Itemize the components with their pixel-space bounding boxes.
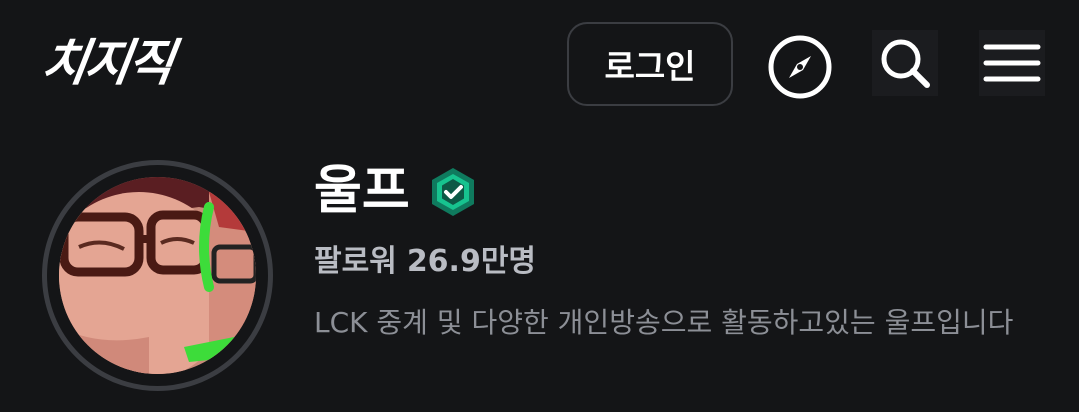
verified-badge-icon	[429, 166, 477, 218]
search-icon	[875, 33, 935, 93]
channel-description: LCK 중계 및 다양한 개인방송으로 활동하고있는 울프입니다	[314, 306, 1014, 339]
hamburger-menu-icon	[982, 33, 1042, 93]
followers-value: 26.9만명	[406, 244, 537, 279]
channel-page: 치지직 로그인 울프 팔로워 26.9만명 LCK 중계 및 다양한 개인방송으…	[0, 0, 1079, 412]
compass-icon	[767, 34, 833, 100]
menu-button[interactable]	[979, 30, 1045, 96]
follower-count: 팔로워 26.9만명	[314, 240, 536, 284]
channel-avatar[interactable]	[42, 160, 273, 391]
chzzk-logo[interactable]: 치지직	[37, 30, 242, 96]
search-button[interactable]	[872, 30, 938, 96]
channel-name: 울프	[314, 161, 410, 221]
avatar-image	[59, 177, 256, 374]
followers-label: 팔로워	[314, 244, 397, 279]
login-button[interactable]: 로그인	[567, 22, 733, 106]
explore-button[interactable]	[767, 34, 833, 100]
